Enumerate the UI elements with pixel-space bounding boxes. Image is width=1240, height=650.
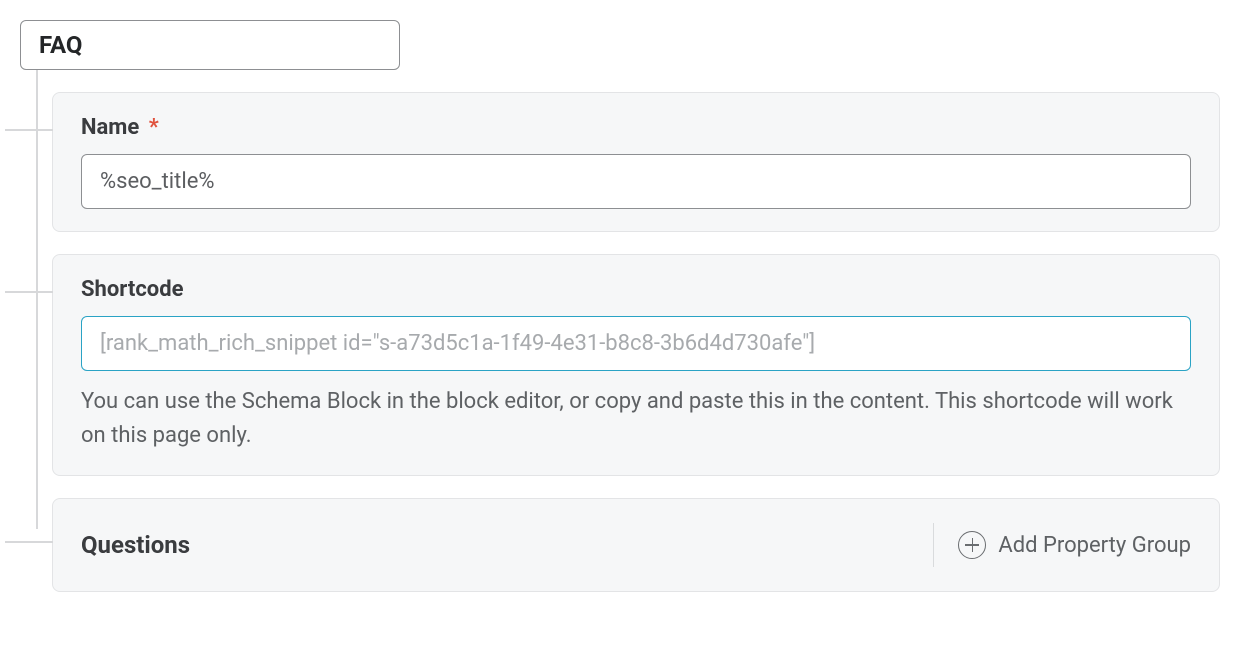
add-property-group-label: Add Property Group [998,533,1191,558]
schema-type-label: FAQ [39,31,82,59]
plus-circle-icon [958,531,986,559]
schema-type-tag[interactable]: FAQ [20,20,400,70]
name-card: Name * [52,92,1220,232]
questions-label: Questions [81,531,190,559]
required-marker: * [149,115,159,140]
name-label: Name [81,115,139,140]
name-input[interactable] [81,154,1191,209]
shortcode-help-text: You can use the Schema Block in the bloc… [81,385,1191,453]
shortcode-label: Shortcode [81,277,183,302]
schema-tree: FAQ Name * Shortcode You can use the Sch… [20,20,1220,592]
schema-children: Name * Shortcode You can use the Schema … [52,92,1220,592]
name-label-row: Name * [81,115,1191,140]
add-property-group-button[interactable]: Add Property Group [933,523,1191,567]
questions-card: Questions Add Property Group [52,498,1220,592]
shortcode-input[interactable] [81,316,1191,371]
shortcode-label-row: Shortcode [81,277,1191,302]
shortcode-card: Shortcode You can use the Schema Block i… [52,254,1220,476]
